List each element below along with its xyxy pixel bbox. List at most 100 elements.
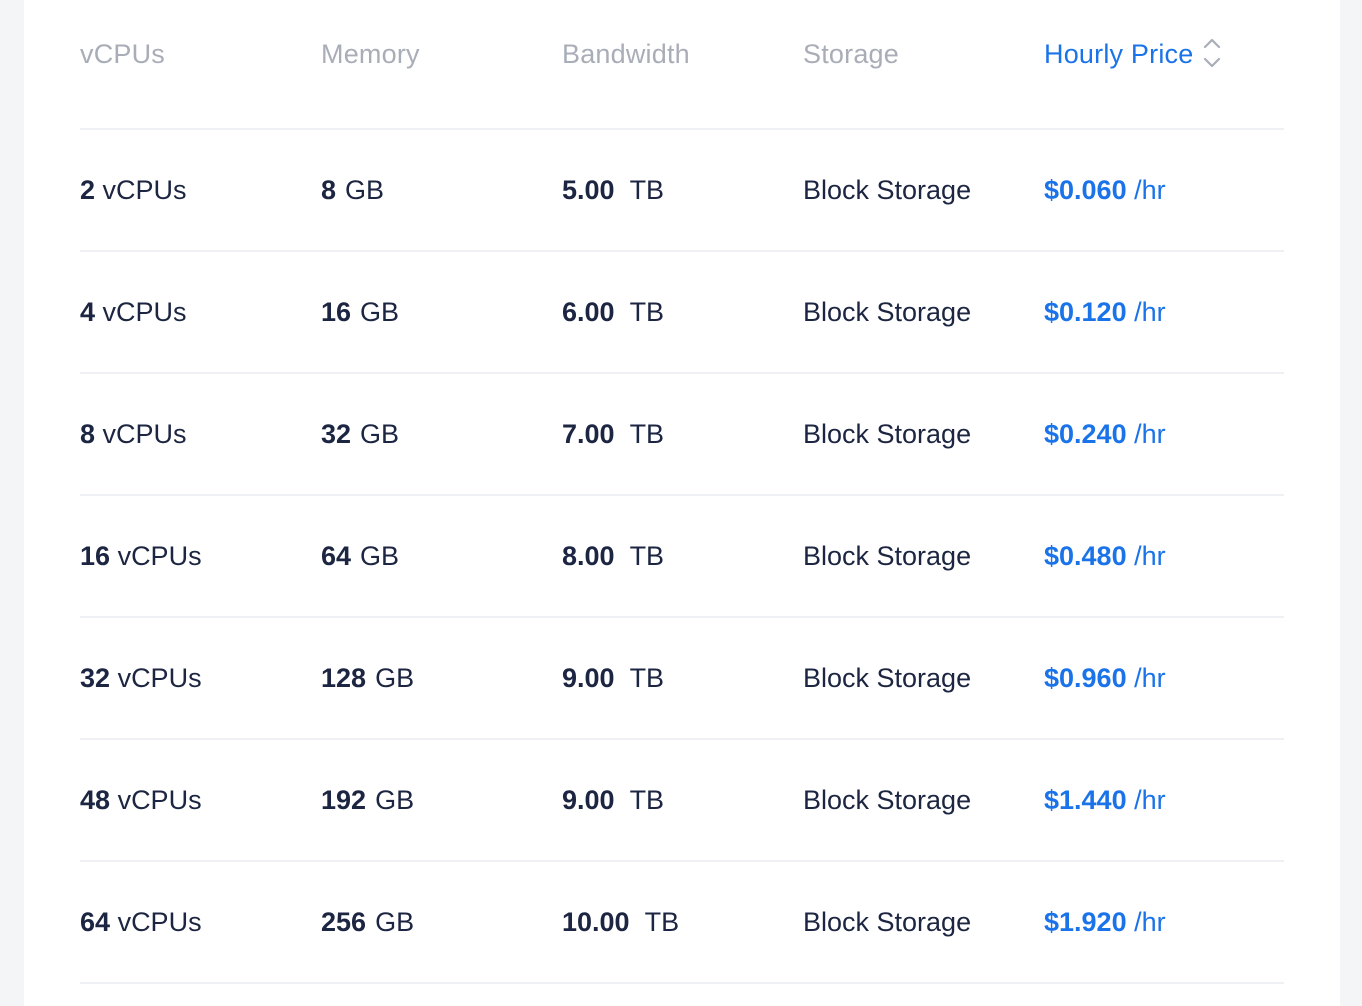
memory-number: 64 bbox=[321, 540, 352, 571]
vcpus-value: 32 vCPUs bbox=[80, 663, 202, 693]
memory-value: 64 GB bbox=[321, 541, 399, 571]
cell-storage: Block Storage bbox=[803, 297, 1044, 328]
pricing-table: vCPUs Memory Bandwidth Storage Hourly Pr… bbox=[80, 0, 1284, 984]
memory-value: 192 GB bbox=[321, 785, 414, 815]
cell-hourly-price: $1.440 /hr bbox=[1044, 785, 1284, 816]
hourly-price-value: $1.440 /hr bbox=[1044, 785, 1166, 815]
bandwidth-number: 8.00 bbox=[562, 540, 615, 571]
vcpus-unit: vCPUs bbox=[117, 662, 202, 693]
vcpus-number: 4 bbox=[80, 296, 96, 327]
vcpus-unit: vCPUs bbox=[117, 540, 202, 571]
bandwidth-value: 5.00 TB bbox=[562, 175, 664, 205]
bandwidth-unit: TB bbox=[629, 784, 665, 815]
bandwidth-number: 7.00 bbox=[562, 418, 615, 449]
vcpus-number: 8 bbox=[80, 418, 96, 449]
vcpus-unit: vCPUs bbox=[102, 418, 187, 449]
bandwidth-number: 9.00 bbox=[562, 662, 615, 693]
cell-storage: Block Storage bbox=[803, 419, 1044, 450]
table-row: 8 vCPUs 32 GB 7.00 TB Block Storage $0.240… bbox=[80, 374, 1284, 496]
cell-memory: 128 GB bbox=[321, 663, 562, 694]
bandwidth-unit: TB bbox=[629, 174, 665, 205]
memory-number: 32 bbox=[321, 418, 352, 449]
table-row: 32 vCPUs 128 GB 9.00 TB Block Storage $0.9… bbox=[80, 618, 1284, 740]
cell-hourly-price: $0.240 /hr bbox=[1044, 419, 1284, 450]
vcpus-value: 8 vCPUs bbox=[80, 419, 187, 449]
header-cell-memory: Memory bbox=[321, 39, 562, 80]
cell-vcpus: 48 vCPUs bbox=[80, 785, 321, 816]
hourly-price-value: $0.960 /hr bbox=[1044, 663, 1166, 693]
sort-updown-icon bbox=[1204, 38, 1221, 68]
memory-unit: GB bbox=[360, 418, 400, 449]
cell-memory: 32 GB bbox=[321, 419, 562, 450]
header-storage: Storage bbox=[803, 38, 899, 69]
price-amount: $1.920 bbox=[1044, 906, 1127, 937]
price-amount: $0.240 bbox=[1044, 418, 1127, 449]
storage-value: Block Storage bbox=[803, 418, 972, 449]
table-row: 4 vCPUs 16 GB 6.00 TB Block Storage $0.120… bbox=[80, 252, 1284, 374]
vcpus-number: 64 bbox=[80, 906, 111, 937]
memory-number: 8 bbox=[321, 174, 337, 205]
vcpus-unit: vCPUs bbox=[102, 174, 187, 205]
vcpus-value: 4 vCPUs bbox=[80, 297, 187, 327]
bandwidth-unit: TB bbox=[644, 906, 680, 937]
cell-storage: Block Storage bbox=[803, 785, 1044, 816]
memory-unit: GB bbox=[375, 784, 415, 815]
memory-number: 16 bbox=[321, 296, 352, 327]
cell-storage: Block Storage bbox=[803, 907, 1044, 938]
bandwidth-number: 5.00 bbox=[562, 174, 615, 205]
pricing-card: vCPUs Memory Bandwidth Storage Hourly Pr… bbox=[24, 0, 1340, 1006]
vcpus-value: 2 vCPUs bbox=[80, 175, 187, 205]
cell-hourly-price: $0.960 /hr bbox=[1044, 663, 1284, 694]
cell-bandwidth: 9.00 TB bbox=[562, 785, 803, 816]
vcpus-number: 32 bbox=[80, 662, 111, 693]
storage-value: Block Storage bbox=[803, 296, 972, 327]
memory-value: 16 GB bbox=[321, 297, 399, 327]
memory-value: 8 GB bbox=[321, 175, 384, 205]
cell-vcpus: 64 vCPUs bbox=[80, 907, 321, 938]
hourly-price-value: $0.120 /hr bbox=[1044, 297, 1166, 327]
header-vcpus: vCPUs bbox=[80, 38, 166, 69]
header-cell-vcpus: vCPUs bbox=[80, 39, 321, 80]
storage-value: Block Storage bbox=[803, 662, 972, 693]
cell-vcpus: 16 vCPUs bbox=[80, 541, 321, 572]
cell-storage: Block Storage bbox=[803, 175, 1044, 206]
header-bandwidth: Bandwidth bbox=[562, 38, 690, 69]
table-row: 16 vCPUs 64 GB 8.00 TB Block Storage $0.48… bbox=[80, 496, 1284, 618]
storage-value: Block Storage bbox=[803, 906, 972, 937]
memory-unit: GB bbox=[360, 540, 400, 571]
cell-storage: Block Storage bbox=[803, 663, 1044, 694]
vcpus-number: 16 bbox=[80, 540, 111, 571]
price-unit: /hr bbox=[1134, 174, 1166, 205]
cell-storage: Block Storage bbox=[803, 541, 1044, 572]
cell-memory: 192 GB bbox=[321, 785, 562, 816]
cell-bandwidth: 9.00 TB bbox=[562, 663, 803, 694]
cell-hourly-price: $1.920 /hr bbox=[1044, 907, 1284, 938]
price-unit: /hr bbox=[1134, 418, 1166, 449]
cell-bandwidth: 7.00 TB bbox=[562, 419, 803, 450]
cell-vcpus: 32 vCPUs bbox=[80, 663, 321, 694]
cell-vcpus: 4 vCPUs bbox=[80, 297, 321, 328]
bandwidth-value: 10.00 TB bbox=[562, 907, 679, 937]
cell-hourly-price: $0.480 /hr bbox=[1044, 541, 1284, 572]
cell-memory: 8 GB bbox=[321, 175, 562, 206]
memory-value: 128 GB bbox=[321, 663, 414, 693]
price-amount: $1.440 bbox=[1044, 784, 1127, 815]
bandwidth-unit: TB bbox=[629, 540, 665, 571]
header-cell-bandwidth: Bandwidth bbox=[562, 39, 803, 80]
cell-hourly-price: $0.120 /hr bbox=[1044, 297, 1284, 328]
hourly-price-value: $1.920 /hr bbox=[1044, 907, 1166, 937]
cell-memory: 16 GB bbox=[321, 297, 562, 328]
price-unit: /hr bbox=[1134, 540, 1166, 571]
sort-by-hourly-price-button[interactable]: Hourly Price bbox=[1044, 37, 1284, 71]
price-unit: /hr bbox=[1134, 906, 1166, 937]
price-unit: /hr bbox=[1134, 296, 1166, 327]
hourly-price-value: $0.060 /hr bbox=[1044, 175, 1166, 205]
memory-unit: GB bbox=[375, 662, 415, 693]
table-header: vCPUs Memory Bandwidth Storage Hourly Pr… bbox=[80, 0, 1284, 130]
price-unit: /hr bbox=[1134, 662, 1166, 693]
cell-bandwidth: 6.00 TB bbox=[562, 297, 803, 328]
price-amount: $0.060 bbox=[1044, 174, 1127, 205]
storage-value: Block Storage bbox=[803, 540, 972, 571]
vcpus-value: 64 vCPUs bbox=[80, 907, 202, 937]
cell-bandwidth: 8.00 TB bbox=[562, 541, 803, 572]
